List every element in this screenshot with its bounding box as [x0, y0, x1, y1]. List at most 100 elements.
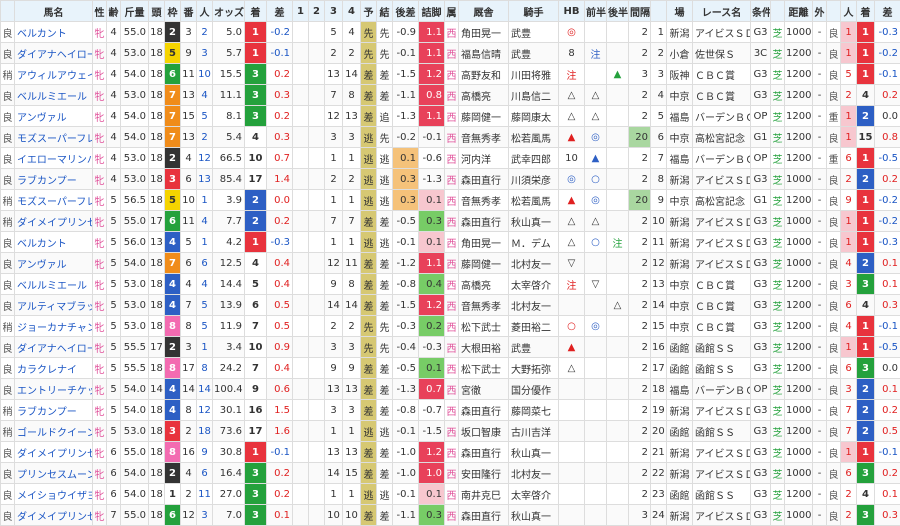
cell-kishu: 松若風馬	[509, 127, 559, 148]
cell-kou: △	[607, 295, 629, 316]
column-header[interactable]: 騎手	[509, 1, 559, 22]
cell-name[interactable]: ダイアナヘイロー	[15, 337, 93, 358]
column-header[interactable]: 4	[343, 1, 361, 22]
cell-c2	[309, 127, 325, 148]
table-row[interactable]: 良エントリーチケット牝554.01441414100.490.61313差差-1…	[1, 379, 900, 400]
cell-name[interactable]: カラクレナイ	[15, 358, 93, 379]
cell-name[interactable]: メイショウイザヨイ	[15, 484, 93, 505]
table-row[interactable]: 良ラブカンプー牝453.018361385.4171.422逃逃0.3-1.3西…	[1, 169, 900, 190]
column-header[interactable]: レース名	[693, 1, 751, 22]
column-header[interactable]: 齢	[107, 1, 121, 22]
cell-zoku: 西	[445, 274, 459, 295]
column-header[interactable]: 場	[667, 1, 693, 22]
cell-name[interactable]: ダイメイプリンセス	[15, 211, 93, 232]
cell-name[interactable]: ベルカント	[15, 22, 93, 43]
table-row[interactable]: 稍アウィルアウェイ牝454.0186111015.530.21314差差-1.5…	[1, 64, 900, 85]
table-row[interactable]: 良ベルルミエール牝553.01844414.450.498差差-0.80.4西高…	[1, 274, 900, 295]
cell-name[interactable]: アルティマブラッド	[15, 295, 93, 316]
column-header[interactable]	[651, 1, 667, 22]
column-header[interactable]: 番	[181, 1, 197, 22]
cell-name[interactable]: プリンセスムーン	[15, 463, 93, 484]
cell-name[interactable]: ゴールドクイーン	[15, 421, 93, 442]
table-row[interactable]: 稍モズスーパーフレア牝556.51851013.920.011逃逃0.30.1西…	[1, 190, 900, 211]
cell-name[interactable]: モズスーパーフレア	[15, 190, 93, 211]
cell-name[interactable]: ベルルミエール	[15, 274, 93, 295]
column-header[interactable]: 性	[93, 1, 107, 22]
table-row[interactable]: 良ベルルミエール牝453.018713411.130.378差差-1.10.8西…	[1, 85, 900, 106]
cell-gf: 芝	[771, 505, 785, 526]
cell-kishu: 武幸四郎	[509, 148, 559, 169]
table-row[interactable]: 良ダイメイプリンセス牝655.018816930.81-0.11313差差-1.…	[1, 442, 900, 463]
column-header[interactable]: 差	[875, 1, 900, 22]
cell-atosa: -1.1	[393, 505, 419, 526]
column-header[interactable]: 着	[245, 1, 267, 22]
column-header[interactable]: 枠	[165, 1, 181, 22]
column-header[interactable]: 外	[813, 1, 827, 22]
table-row[interactable]: 良ベルカント牝556.0134514.21-0.311逃逃-0.10.1西角田晃…	[1, 232, 900, 253]
table-row[interactable]: 稍ラブカンプー牝554.018481230.1161.533差差-0.8-0.7…	[1, 400, 900, 421]
column-header[interactable]: 間隔	[629, 1, 651, 22]
table-row[interactable]: 良カラクレナイ牝555.518817824.270.499差差-0.50.1西松…	[1, 358, 900, 379]
table-row[interactable]: 良モズスーパーフレア牝454.01871325.440.333逃先-0.2-0.…	[1, 127, 900, 148]
column-header[interactable]: 馬名	[15, 1, 93, 22]
column-header[interactable]: 距離	[785, 1, 813, 22]
table-row[interactable]: 良イエローマリンバ牝453.018241266.5100.711逃逃0.1-0.…	[1, 148, 900, 169]
column-header[interactable]: 結	[377, 1, 393, 22]
cell-name[interactable]: ラブカンプー	[15, 169, 93, 190]
cell-pnin: 2	[841, 484, 857, 505]
cell-name[interactable]: ベルルミエール	[15, 85, 93, 106]
table-row[interactable]: 稍ゴールドクイーン牝553.018321873.6171.611逃逃-0.1-1…	[1, 421, 900, 442]
column-header[interactable]: 人	[841, 1, 857, 22]
cell-name[interactable]: ダイメイプリンセス	[15, 505, 93, 526]
cell-name[interactable]: ラブカンプー	[15, 400, 93, 421]
cell-name[interactable]: ジョーカナチャン	[15, 316, 93, 337]
cell-name[interactable]: モズスーパーフレア	[15, 127, 93, 148]
column-header[interactable]: 着	[857, 1, 875, 22]
table-row[interactable]: 良ベルカント牝455.0182325.01-0.254先先-0.91.1西角田晃…	[1, 22, 900, 43]
table-row[interactable]: 良ダイアナヘイロー牝555.5172313.4100.933先先-0.4-0.3…	[1, 337, 900, 358]
table-row[interactable]: 良ダイアナヘイロー牝453.0185935.71-0.122先先-0.11.1西…	[1, 43, 900, 64]
column-header[interactable]	[1, 1, 15, 22]
column-header[interactable]: 予	[361, 1, 377, 22]
column-header[interactable]	[771, 1, 785, 22]
table-row[interactable]: 良ダイメイプリンセス牝755.01861237.030.11010差差-1.10…	[1, 505, 900, 526]
column-header[interactable]: 斤量	[121, 1, 149, 22]
table-row[interactable]: 稍ダイメイプリンセス牝555.01761147.720.277差差-0.50.3…	[1, 211, 900, 232]
cell-name[interactable]: ベルカント	[15, 232, 93, 253]
table-row[interactable]: 良アンヴァル牝554.01876612.540.41211差差-1.21.1西藤…	[1, 253, 900, 274]
column-header[interactable]: 厩舎	[459, 1, 509, 22]
column-header[interactable]: 後差	[393, 1, 419, 22]
column-header[interactable]: 詰脚	[419, 1, 445, 22]
cell-name[interactable]: ダイアナヘイロー	[15, 43, 93, 64]
column-header[interactable]: オッズ	[213, 1, 245, 22]
cell-kin: 53.0	[121, 169, 149, 190]
cell-zoku: 西	[445, 484, 459, 505]
table-row[interactable]: 良アルティマブラッド牝553.01847513.960.51414差差-1.51…	[1, 295, 900, 316]
cell-name[interactable]: アウィルアウェイ	[15, 64, 93, 85]
cell-name[interactable]: アンヴァル	[15, 253, 93, 274]
cell-baba2: 良	[827, 400, 841, 421]
cell-c1	[293, 127, 309, 148]
column-header[interactable]: 後半	[607, 1, 629, 22]
column-header[interactable]: 頭	[149, 1, 165, 22]
column-header[interactable]: 条件	[751, 1, 771, 22]
column-header[interactable]: 差	[267, 1, 293, 22]
column-header[interactable]: 前半	[585, 1, 607, 22]
column-header[interactable]	[827, 1, 841, 22]
column-header[interactable]: 3	[325, 1, 343, 22]
cell-name[interactable]: アンヴァル	[15, 106, 93, 127]
cell-name[interactable]: エントリーチケット	[15, 379, 93, 400]
cell-to: 18	[149, 442, 165, 463]
column-header[interactable]: 1	[293, 1, 309, 22]
cell-atosa: -0.2	[393, 127, 419, 148]
column-header[interactable]: 属	[445, 1, 459, 22]
column-header[interactable]: 人	[197, 1, 213, 22]
cell-name[interactable]: ダイメイプリンセス	[15, 442, 93, 463]
table-row[interactable]: 稍ジョーカナチャン牝553.01888511.970.522先先-0.30.2西…	[1, 316, 900, 337]
table-row[interactable]: 良メイショウイザヨイ牝654.018121127.030.211逃逃-0.10.…	[1, 484, 900, 505]
cell-name[interactable]: イエローマリンバ	[15, 148, 93, 169]
column-header[interactable]: 2	[309, 1, 325, 22]
column-header[interactable]: HB	[559, 1, 585, 22]
table-row[interactable]: 良アンヴァル牝454.01871558.130.21213差追-1.31.1西藤…	[1, 106, 900, 127]
table-row[interactable]: 良プリンセスムーン牝654.01824616.430.21415差差-1.01.…	[1, 463, 900, 484]
